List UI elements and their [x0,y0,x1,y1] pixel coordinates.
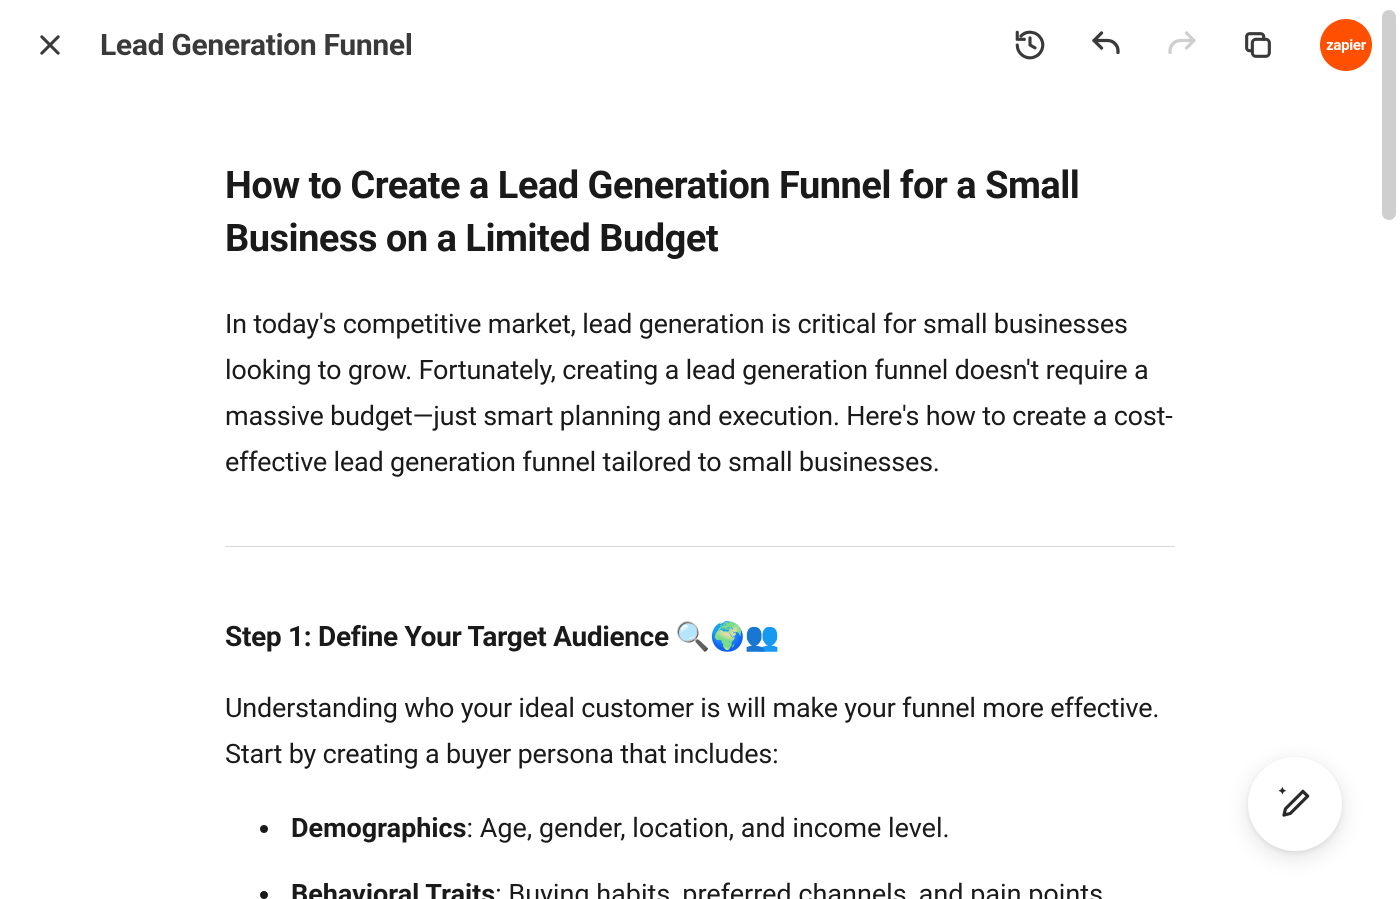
step-1-heading: Step 1: Define Your Target Audience 🔍🌍👥 [225,617,1175,656]
intro-paragraph: In today's competitive market, lead gene… [225,302,1175,486]
document-body: How to Create a Lead Generation Funnel f… [215,160,1185,899]
list-item: Demographics: Age, gender, location, and… [283,806,1175,852]
scrollbar-thumb[interactable] [1382,10,1396,220]
list-item-term: Behavioral Traits [291,878,495,899]
close-icon [36,31,64,59]
step-1-paragraph: Understanding who your ideal customer is… [225,686,1175,778]
sparkle-pencil-icon [1276,785,1314,823]
history-button[interactable] [1008,23,1052,67]
close-button[interactable] [28,23,72,67]
list-item: Behavioral Traits: Buying habits, prefer… [283,872,1175,899]
copy-icon [1241,28,1275,62]
undo-button[interactable] [1084,23,1128,67]
copy-button[interactable] [1236,23,1280,67]
toolbar: Lead Generation Funnel [0,0,1400,90]
list-item-rest: : Buying habits, preferred channels, and… [495,878,1110,899]
step-1-list: Demographics: Age, gender, location, and… [225,806,1175,899]
edit-fab[interactable] [1248,757,1342,851]
redo-button[interactable] [1160,23,1204,67]
history-icon [1013,28,1047,62]
undo-icon [1088,27,1124,63]
toolbar-actions: zapier [1008,19,1372,71]
document-title: Lead Generation Funnel [100,28,412,63]
content-area[interactable]: How to Create a Lead Generation Funnel f… [0,90,1400,899]
list-item-rest: : Age, gender, location, and income leve… [466,812,949,844]
redo-icon [1164,27,1200,63]
avatar[interactable]: zapier [1320,19,1372,71]
divider [225,546,1175,547]
list-item-term: Demographics [291,812,466,844]
document-heading: How to Create a Lead Generation Funnel f… [225,160,1175,266]
